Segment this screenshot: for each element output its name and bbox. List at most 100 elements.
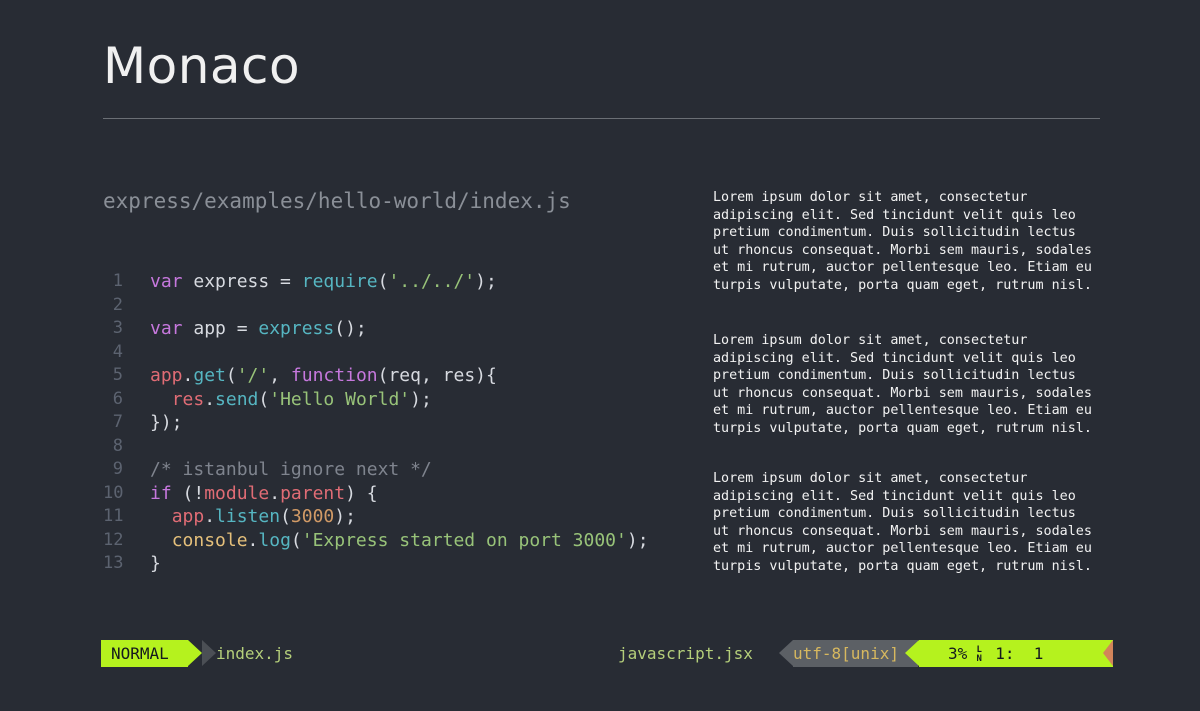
code-token-plain: . bbox=[269, 482, 281, 504]
code-line: 9 /* istanbul ignore next */ bbox=[103, 458, 649, 482]
cursor-column: 1 bbox=[1033, 644, 1044, 663]
code-line: 1 var express = require('../../'); bbox=[103, 270, 649, 294]
code-token-str: 'Hello World' bbox=[269, 388, 411, 410]
code-token-var: app bbox=[150, 365, 183, 386]
lorem-paragraph-3: Lorem ipsum dolor sit amet, consectetur … bbox=[713, 471, 1092, 574]
code-token-fn: send bbox=[215, 388, 259, 410]
code-token-str: 'Express started on port 3000' bbox=[301, 529, 627, 551]
code-line: 13} bbox=[103, 552, 649, 576]
statusline-end-marker bbox=[1103, 640, 1113, 666]
code-token-plain: ); bbox=[626, 529, 649, 551]
code-token-plain: express = bbox=[182, 271, 302, 292]
code-token-fn: log bbox=[258, 529, 291, 551]
code-editor[interactable]: 1 var express = require('../../'); 2 3 var a… bbox=[103, 270, 649, 576]
file-path: express/examples/hello-world/index.js bbox=[103, 189, 571, 213]
code-line: 2 bbox=[103, 294, 649, 318]
code-token-cmt: /* istanbul ignore next */ bbox=[150, 459, 432, 480]
position-separator-arrow bbox=[905, 640, 919, 666]
code-token-num: 3000 bbox=[290, 506, 335, 527]
code-token-plain: } bbox=[150, 553, 161, 574]
code-text: if (!module.parent) { bbox=[150, 482, 378, 506]
code-token-fn: express bbox=[258, 318, 335, 339]
code-token-kw: function bbox=[290, 365, 378, 386]
code-text: }); bbox=[150, 411, 183, 435]
code-token-plain: . bbox=[247, 529, 259, 551]
code-token-plain: ( bbox=[258, 388, 270, 410]
line-number: 9 bbox=[112, 459, 123, 479]
code-token-plain: ( bbox=[225, 365, 237, 386]
code-line: 5 app.get('/', function(req, res){ bbox=[103, 364, 649, 388]
statusline-filetype: javascript.jsx bbox=[618, 644, 753, 663]
lorem-paragraph-2: Lorem ipsum dolor sit amet, consectetur … bbox=[713, 333, 1092, 436]
statusline-encoding: utf-8[unix] bbox=[793, 640, 918, 667]
encoding-label: utf-8[unix] bbox=[793, 644, 899, 663]
code-text: var app = express(); bbox=[150, 317, 367, 341]
code-token-var: app bbox=[171, 506, 205, 527]
vim-statusline: NORMAL index.js javascript.jsx utf-8[uni… bbox=[101, 640, 1113, 667]
code-token-fn: listen bbox=[215, 506, 281, 527]
mode-indicator: NORMAL bbox=[101, 640, 188, 667]
code-token-fn: require bbox=[301, 271, 378, 292]
code-token-plain: ); bbox=[334, 506, 356, 527]
code-text: app.listen(3000); bbox=[150, 505, 356, 529]
code-token-kw: if bbox=[150, 482, 172, 504]
code-token-fn: get bbox=[193, 365, 226, 386]
code-text: console.log('Express started on port 300… bbox=[150, 529, 649, 553]
code-token-plain: . bbox=[204, 388, 216, 410]
code-token-kw: var bbox=[150, 271, 183, 292]
code-token-plain: . bbox=[204, 506, 216, 527]
code-token-plain: (! bbox=[171, 482, 205, 504]
cursor-line: 1: bbox=[995, 644, 1015, 663]
line-number: 1 bbox=[112, 271, 123, 291]
line-number-icon: LN bbox=[973, 645, 985, 664]
code-line: 6 res.send('Hello World'); bbox=[103, 388, 649, 412]
code-text: /* istanbul ignore next */ bbox=[150, 458, 432, 482]
line-number: 3 bbox=[112, 318, 123, 338]
code-line: 10 if (!module.parent) { bbox=[103, 482, 649, 506]
code-line: 4 bbox=[103, 341, 649, 365]
mode-separator-arrow bbox=[188, 640, 202, 666]
line-icon-bottom: N bbox=[976, 653, 982, 664]
line-number: 7 bbox=[112, 412, 123, 432]
statusline-position: 3% L N 1: 1 bbox=[919, 640, 1113, 667]
code-line: 11 app.listen(3000); bbox=[103, 505, 649, 529]
code-token-plain: , bbox=[269, 365, 291, 386]
code-line: 8 bbox=[103, 435, 649, 459]
code-text: app.get('/', function(req, res){ bbox=[150, 364, 497, 388]
code-token-kw: var bbox=[150, 318, 183, 339]
code-text: } bbox=[150, 552, 161, 576]
line-number: 6 bbox=[112, 388, 123, 409]
title-divider bbox=[103, 118, 1100, 119]
code-text: var express = require('../../'); bbox=[150, 270, 497, 294]
line-number: 8 bbox=[112, 435, 123, 456]
code-token-plain: app = bbox=[182, 318, 259, 339]
line-number: 13 bbox=[103, 553, 124, 573]
code-text: res.send('Hello World'); bbox=[150, 388, 432, 412]
code-token-plain: ); bbox=[475, 271, 497, 292]
line-number: 4 bbox=[112, 341, 123, 362]
line-number: 5 bbox=[112, 365, 123, 385]
code-token-plain: (req, res){ bbox=[377, 365, 497, 386]
code-line: 7}); bbox=[103, 411, 649, 435]
encoding-separator-arrow bbox=[779, 640, 793, 666]
code-token-plain: }); bbox=[150, 412, 183, 433]
code-token-var: res bbox=[171, 388, 205, 410]
code-token-var: parent bbox=[280, 482, 346, 504]
line-number: 11 bbox=[103, 506, 124, 526]
lorem-paragraph-1: Lorem ipsum dolor sit amet, consectetur … bbox=[713, 190, 1092, 293]
scroll-percent: 3% bbox=[948, 644, 968, 663]
code-token-var: module bbox=[204, 482, 270, 504]
page-title: Monaco bbox=[103, 37, 301, 95]
code-token-plain: (); bbox=[334, 318, 367, 339]
code-token-obj: console bbox=[171, 529, 248, 551]
code-token-plain: ( bbox=[280, 506, 291, 527]
code-token-str: '../../' bbox=[388, 271, 476, 292]
line-number: 10 bbox=[103, 482, 124, 503]
code-token-plain: . bbox=[182, 365, 194, 386]
line-number: 12 bbox=[103, 529, 124, 550]
code-token-str: '/' bbox=[236, 365, 270, 386]
code-token-plain: ) { bbox=[345, 482, 378, 504]
